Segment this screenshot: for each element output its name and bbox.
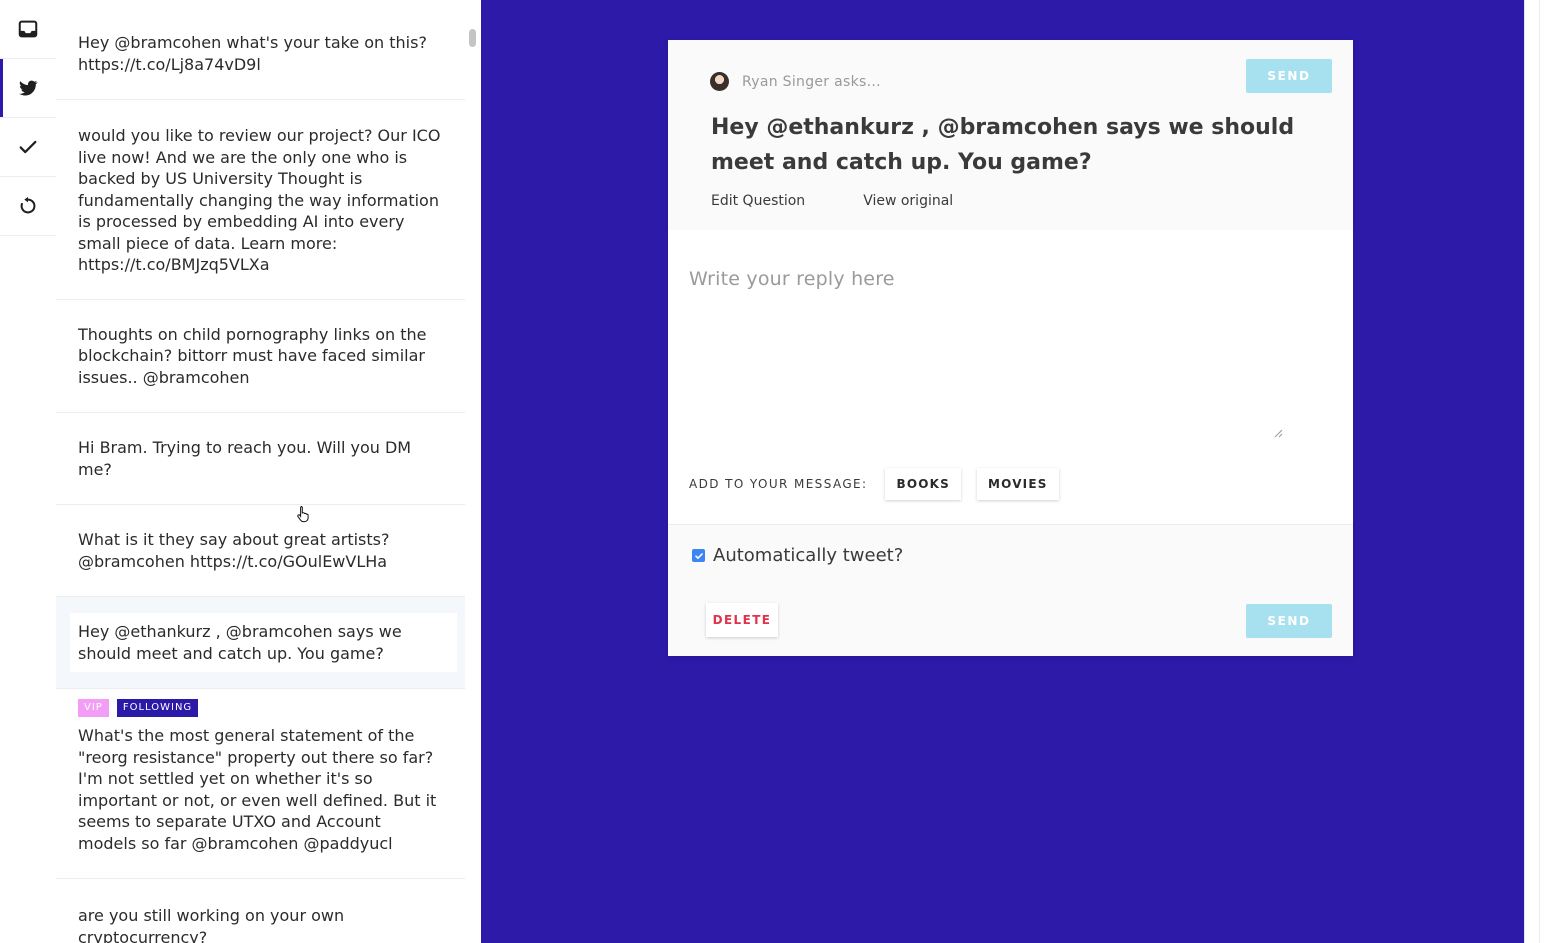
list-item[interactable]: Thoughts on child pornography links on t… bbox=[56, 300, 465, 413]
message-text: What is it they say about great artists?… bbox=[78, 530, 390, 571]
divider bbox=[1539, 0, 1540, 943]
message-text: Hey @ethankurz , @bramcohen says we shou… bbox=[70, 613, 457, 672]
list-item[interactable]: would you like to review our project? Ou… bbox=[56, 100, 465, 300]
icon-rail bbox=[0, 0, 57, 943]
message-list: Hey @bramcohen what's your take on this?… bbox=[56, 0, 466, 943]
reply-textarea[interactable]: Write your reply here bbox=[689, 268, 1289, 440]
auto-tweet-checkbox[interactable] bbox=[692, 549, 705, 562]
rail-done[interactable] bbox=[0, 118, 56, 177]
reply-card: Ryan Singer asks... SEND Hey @ethankurz … bbox=[668, 40, 1353, 656]
list-scrollbar[interactable] bbox=[465, 0, 481, 943]
hand-cursor-icon bbox=[297, 506, 309, 523]
add-to-message-label: ADD TO YOUR MESSAGE: bbox=[689, 477, 868, 491]
checkmark-icon bbox=[694, 552, 703, 559]
message-text: Hi Bram. Trying to reach you. Will you D… bbox=[78, 438, 412, 479]
badge-row: VIP FOLLOWING bbox=[78, 699, 443, 717]
following-badge: FOLLOWING bbox=[116, 699, 199, 717]
message-text: Thoughts on child pornography links on t… bbox=[78, 324, 427, 387]
message-text: What's the most general statement of the… bbox=[78, 726, 437, 853]
list-item[interactable]: are you still working on your own crypto… bbox=[56, 879, 465, 943]
asker-label: Ryan Singer asks... bbox=[742, 73, 881, 90]
delete-button[interactable]: DELETE bbox=[706, 603, 778, 637]
avatar bbox=[710, 72, 729, 91]
question-header: Ryan Singer asks... SEND Hey @ethankurz … bbox=[668, 40, 1353, 230]
asker-row: Ryan Singer asks... bbox=[710, 72, 881, 91]
rail-twitter[interactable] bbox=[0, 59, 56, 118]
list-item[interactable]: Hi Bram. Trying to reach you. Will you D… bbox=[56, 413, 465, 505]
send-button-top[interactable]: SEND bbox=[1246, 59, 1332, 93]
add-to-message-row: ADD TO YOUR MESSAGE: BOOKS MOVIES bbox=[689, 468, 1059, 500]
inbox-icon bbox=[18, 20, 38, 38]
view-original-link[interactable]: View original bbox=[863, 193, 953, 209]
refresh-icon bbox=[20, 196, 36, 214]
twitter-icon bbox=[19, 80, 38, 96]
rail-refresh[interactable] bbox=[0, 177, 56, 236]
vip-badge: VIP bbox=[78, 699, 109, 717]
check-icon bbox=[19, 140, 37, 154]
list-item[interactable]: Hey @bramcohen what's your take on this?… bbox=[56, 0, 465, 100]
resize-grip-icon[interactable] bbox=[1273, 428, 1283, 438]
message-text: are you still working on your own crypto… bbox=[78, 906, 345, 943]
question-text: Hey @ethankurz , @bramcohen says we shou… bbox=[711, 115, 1295, 175]
message-text: would you like to review our project? Ou… bbox=[78, 126, 441, 274]
list-item-selected[interactable]: Hey @ethankurz , @bramcohen says we shou… bbox=[56, 597, 465, 689]
list-item[interactable]: What is it they say about great artists?… bbox=[56, 505, 465, 597]
rail-inbox[interactable] bbox=[0, 0, 56, 59]
list-item[interactable]: VIP FOLLOWING What's the most general st… bbox=[56, 689, 465, 879]
scrollbar-thumb[interactable] bbox=[469, 29, 476, 47]
auto-tweet-label: Automatically tweet? bbox=[713, 545, 904, 566]
card-footer: Automatically tweet? DELETE SEND bbox=[668, 524, 1353, 656]
books-chip[interactable]: BOOKS bbox=[885, 468, 961, 500]
auto-tweet-row: Automatically tweet? bbox=[692, 545, 903, 566]
movies-chip[interactable]: MOVIES bbox=[976, 468, 1059, 500]
question-links: Edit Question View original bbox=[711, 193, 953, 209]
message-text: Hey @bramcohen what's your take on this?… bbox=[78, 33, 427, 74]
edit-question-link[interactable]: Edit Question bbox=[711, 193, 805, 209]
send-button-bottom[interactable]: SEND bbox=[1246, 604, 1332, 638]
right-edge bbox=[1524, 0, 1560, 943]
